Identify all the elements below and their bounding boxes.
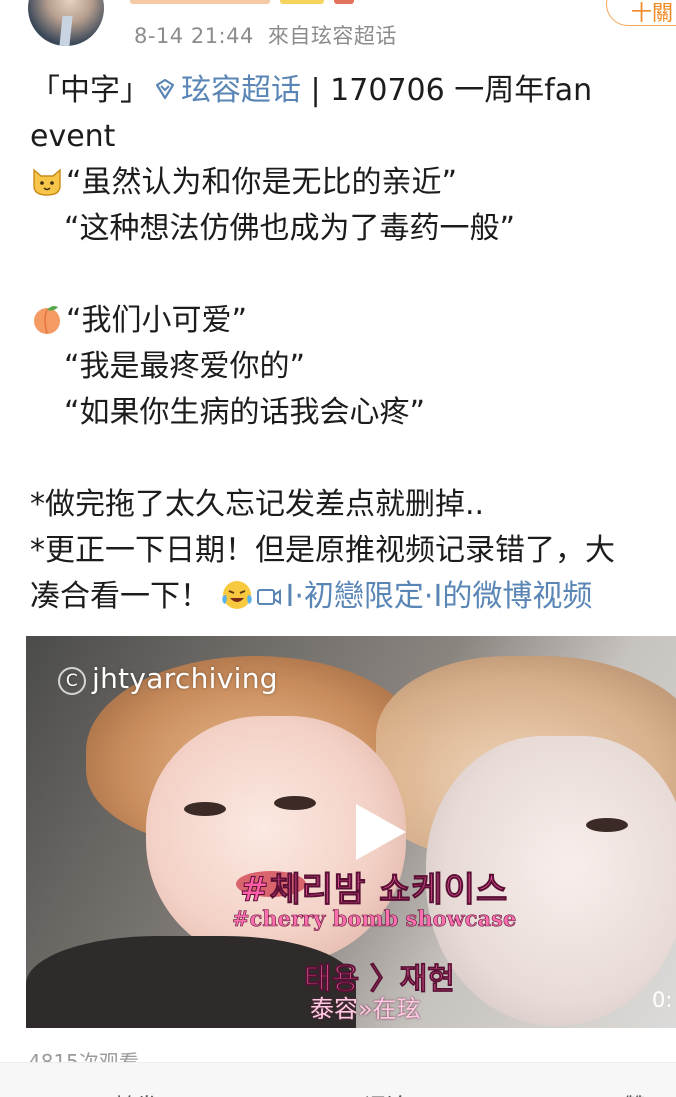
- comment-button[interactable]: 评论: [330, 1089, 408, 1097]
- note-line3: 凑合看一下！ I·初戀限定·I的微博视频: [30, 579, 593, 614]
- cat-face-icon: [33, 168, 61, 196]
- quote2-line2: “我是最疼爱你的”: [64, 349, 306, 384]
- post-meta: 8-14 21:44 來自玹容超话: [134, 20, 397, 50]
- super-topic-icon: [155, 78, 175, 100]
- repost-button[interactable]: 转发: [80, 1089, 158, 1097]
- super-topic-link[interactable]: 玹容超话: [181, 73, 301, 108]
- video-subtitle: #cherry bomb showcase: [232, 906, 517, 932]
- peach-icon: [34, 306, 60, 334]
- video-link[interactable]: I·初戀限定·I的微博视频: [256, 579, 592, 614]
- username-blurred[interactable]: [130, 0, 370, 6]
- video-camera-icon: [256, 589, 281, 605]
- quote2-line3: “如果你生病的话我会心疼”: [64, 395, 426, 430]
- video-player[interactable]: Cjhtyarchiving #체리밤 쇼케이스 #cherry bomb sh…: [26, 636, 676, 1028]
- copyright-icon: C: [58, 667, 86, 695]
- video-title-kr: #체리밤 쇼케이스: [239, 870, 509, 911]
- quote1-line2: “这种想法仿佛也成为了毒药一般”: [64, 211, 516, 246]
- follow-button[interactable]: 十關: [606, 0, 676, 26]
- action-toolbar: 转发 评论 赞: [0, 1062, 676, 1097]
- post-title-cont: event: [30, 119, 116, 154]
- like-button[interactable]: 赞: [590, 1089, 646, 1097]
- play-icon[interactable]: [352, 802, 408, 862]
- note-line2: *更正一下日期！但是原推视频记录错了，大: [30, 533, 615, 568]
- post-timestamp: 8-14 21:44: [134, 24, 254, 48]
- avatar[interactable]: [28, 0, 104, 46]
- crying-laughing-icon: [221, 581, 252, 609]
- quote1-line1: “虽然认为和你是无比的亲近”: [30, 160, 676, 206]
- video-names-cn: 泰容»在玹: [310, 995, 421, 1023]
- note-line1: *做完拖了太久忘记发差点就删掉..: [30, 487, 485, 522]
- post-source[interactable]: 來自玹容超话: [268, 24, 397, 48]
- post-tag: 「中字」: [30, 73, 150, 108]
- post-body: 「中字」 玹容超话 | 170706 一周年fan event “虽然认为和你是无…: [30, 68, 676, 620]
- quote2-line1: “我们小可爱”: [30, 298, 676, 344]
- video-duration: 0:: [652, 988, 673, 1012]
- post-title: | 170706 一周年fan: [301, 73, 593, 108]
- post-header: 8-14 21:44 來自玹容超话 十關: [0, 0, 676, 60]
- post-title-line: 「中字」 玹容超话 | 170706 一周年fan: [30, 68, 676, 114]
- video-watermark: Cjhtyarchiving: [58, 662, 278, 695]
